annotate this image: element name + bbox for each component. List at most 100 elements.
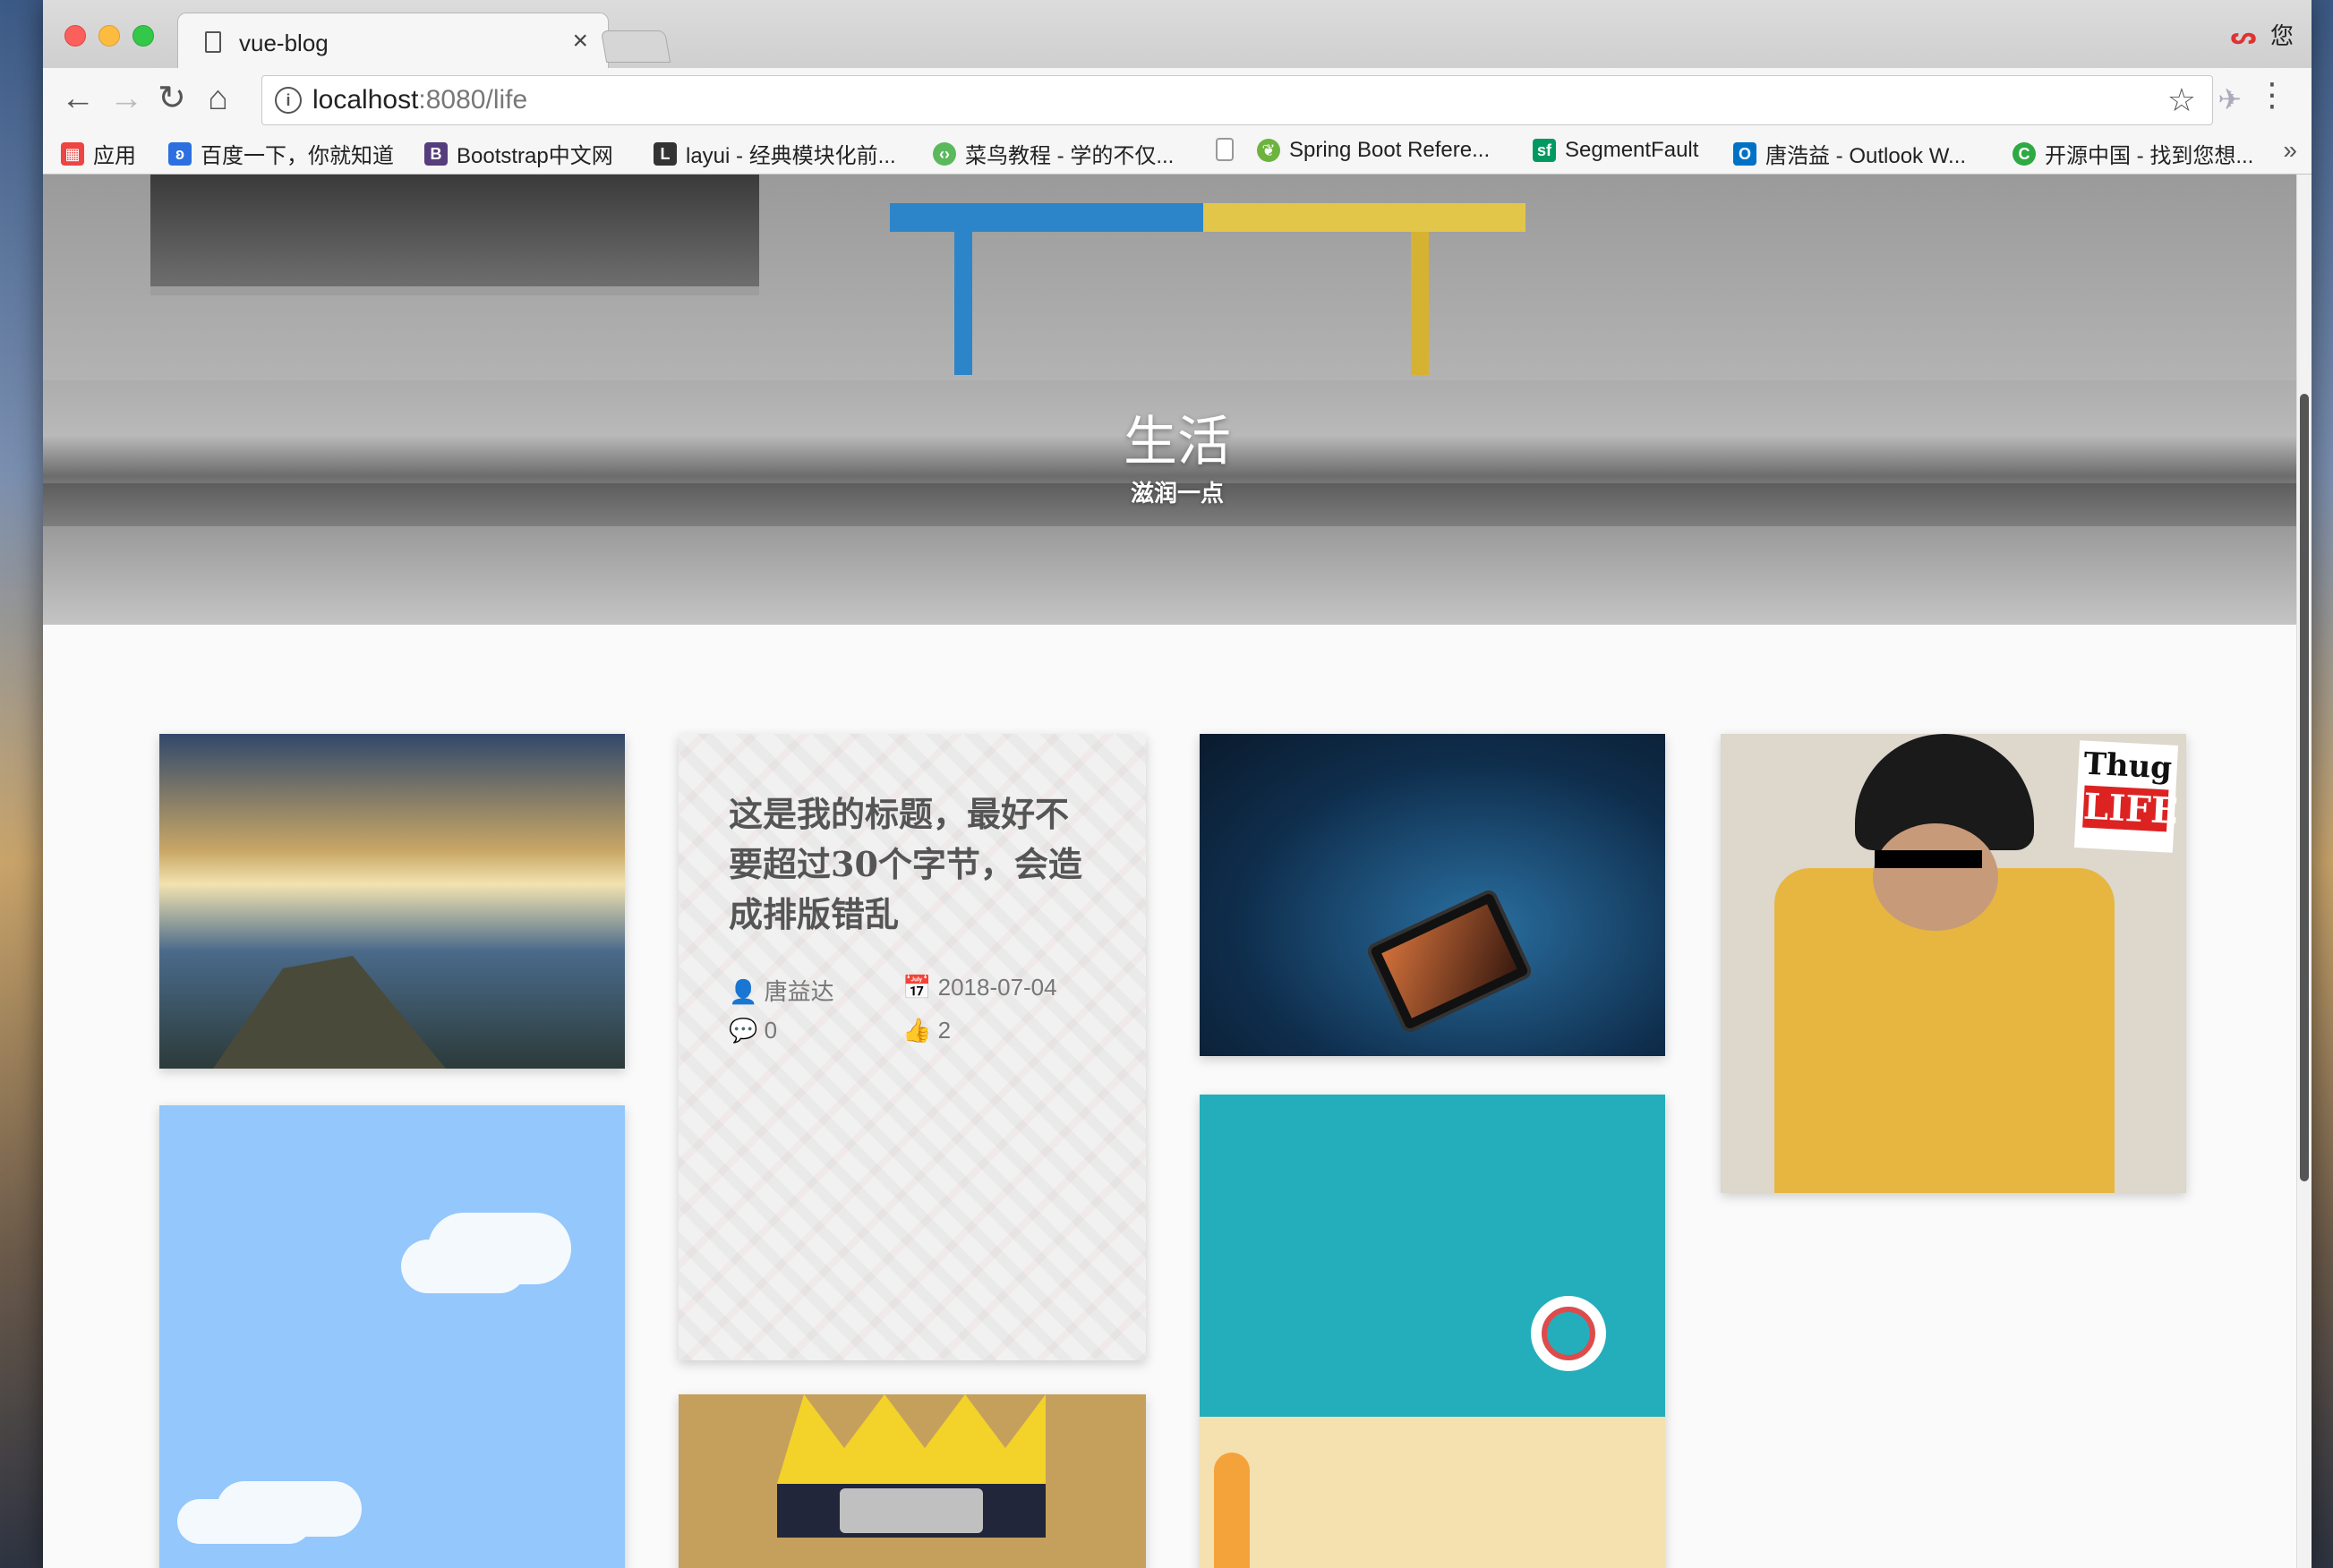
address-bar[interactable]: i localhost:8080/life ☆	[261, 75, 2213, 125]
tab-title: vue-blog	[239, 30, 329, 56]
layui-icon: L	[654, 141, 677, 166]
browser-window: vue-blog × ᔕ 您 ← → ↻ ⌂ i localhost:8080/…	[43, 0, 2312, 1568]
cloud-image	[401, 1240, 526, 1293]
bookmark-oschina[interactable]: C 开源中国 - 找到您想...	[2013, 138, 2253, 169]
menu-kebab-icon[interactable]: ⋮	[2256, 79, 2288, 111]
likes-count: 2	[937, 1017, 952, 1044]
headband-plate-image	[840, 1488, 983, 1533]
tab-vue-blog[interactable]: vue-blog ×	[177, 13, 609, 69]
post-card-zelda-image[interactable]	[159, 734, 625, 1069]
bookmark-label: Spring Boot Refere...	[1289, 138, 1491, 162]
bench-leg	[954, 232, 972, 375]
hero-window-image	[150, 175, 759, 295]
page-icon	[1216, 138, 1234, 161]
profile-label: 您	[2269, 22, 2294, 49]
close-window-button[interactable]	[64, 25, 86, 47]
post-author: 👤 唐益达	[729, 974, 834, 1007]
url-text[interactable]: localhost:8080/life	[312, 85, 527, 115]
post-card-naruto-image[interactable]	[679, 1394, 1146, 1568]
user-icon: 👤	[729, 978, 758, 1005]
bookmark-label: layui - 经典模块化前...	[686, 144, 896, 168]
new-tab-button[interactable]	[600, 30, 671, 63]
runoob-icon: ‹›	[933, 141, 956, 166]
tab-strip: vue-blog × ᔕ 您	[43, 0, 2312, 69]
bookmarks-overflow-icon[interactable]: »	[2283, 136, 2297, 165]
page-scrollbar[interactable]	[2296, 175, 2312, 1568]
post-card-text[interactable]: 这是我的标题，最好不要超过30个字节，会造成排版错乱 👤 唐益达 📅 2018-…	[679, 734, 1146, 1360]
spring-icon: ❦	[1257, 139, 1280, 162]
reload-icon[interactable]: ↻	[158, 81, 186, 116]
segmentfault-icon: sf	[1533, 139, 1556, 162]
scrollbar-thumb[interactable]	[2300, 394, 2309, 1181]
bookmark-blank[interactable]	[1216, 138, 1243, 161]
hero-subtitle: 滋润一点	[1130, 480, 1224, 507]
date-value: 2018-07-04	[937, 974, 1057, 1001]
sticker-line2: LIFE	[2082, 785, 2180, 833]
sticker-line1: Thug	[2082, 746, 2174, 787]
hero-title: 生活	[1124, 411, 1231, 473]
bookmark-label: 菜鸟教程 - 学的不仅...	[965, 144, 1175, 168]
post-card-sky-image[interactable]	[159, 1105, 625, 1568]
bookmark-spring[interactable]: ❦ Spring Boot Refere...	[1257, 138, 1490, 163]
comment-icon: 💬	[729, 1017, 758, 1044]
bookmark-label: 百度一下，你就知道	[201, 144, 394, 168]
bookmark-label: 应用	[93, 144, 136, 168]
forward-arrow-icon[interactable]: →	[109, 81, 143, 116]
profile-button[interactable]: ᔕ 您	[2230, 18, 2294, 51]
bookmark-label: SegmentFault	[1565, 138, 1699, 162]
bookmark-apps[interactable]: ▦ 应用	[61, 138, 136, 169]
author-name: 唐益达	[764, 978, 834, 1005]
oschina-icon: C	[2013, 141, 2036, 166]
bookmark-star-icon[interactable]: ☆	[2167, 81, 2196, 119]
post-card-beach-image[interactable]	[1200, 1095, 1665, 1568]
calendar-icon: 📅	[902, 974, 932, 1001]
page-viewport: 生活 滋润一点 这是我的标题，最好不要超过30个字节，会造成排版错乱 👤 唐益达…	[43, 175, 2312, 1568]
bench-image-yellow	[1203, 203, 1525, 232]
naruto-hair-image	[777, 1394, 1046, 1484]
bookmark-label: 开源中国 - 找到您想...	[2045, 144, 2254, 168]
url-path: :8080/life	[418, 85, 528, 115]
url-host: localhost	[312, 85, 419, 115]
maximize-window-button[interactable]	[132, 25, 154, 47]
extension-icon[interactable]: ✈	[2218, 82, 2242, 116]
bookmark-layui[interactable]: Llayui - 经典模块化前...	[654, 138, 896, 169]
bookmark-baidu[interactable]: ʚ 百度一下，你就知道	[168, 138, 394, 169]
browser-toolbar: ← → ↻ ⌂ i localhost:8080/life ☆ ✈ ⋮	[43, 68, 2312, 132]
bookmark-label: Bootstrap中文网	[457, 144, 613, 168]
bookmark-runoob[interactable]: ‹› 菜鸟教程 - 学的不仅...	[933, 138, 1174, 169]
face-image	[1873, 823, 1998, 931]
cloud-image	[177, 1499, 312, 1544]
post-comments[interactable]: 💬 0	[729, 1017, 777, 1044]
post-card-world-map-image[interactable]	[1200, 734, 1665, 1056]
bench-image-blue	[890, 203, 1203, 232]
bootstrap-icon: B	[424, 141, 448, 166]
cliff-image	[213, 956, 446, 1069]
profile-icon: ᔕ	[2230, 22, 2257, 49]
page-icon	[205, 31, 221, 53]
smartphone-image	[1364, 887, 1534, 1035]
bookmarks-bar: ▦ 应用 ʚ 百度一下，你就知道 B Bootstrap中文网 Llayui - 经典…	[43, 132, 2312, 175]
comments-count: 0	[764, 1017, 778, 1044]
post-date: 📅 2018-07-04	[902, 974, 1057, 1001]
baidu-icon: ʚ	[168, 141, 192, 166]
bookmark-label: 唐浩益 - Outlook W...	[1765, 144, 1967, 168]
apps-icon: ▦	[61, 141, 84, 166]
thumbs-up-icon: 👍	[902, 1017, 932, 1044]
outlook-icon: O	[1733, 141, 1756, 166]
thug-life-sticker: Thug LIFE	[2073, 740, 2180, 853]
surfboard-image	[1214, 1453, 1250, 1568]
post-likes[interactable]: 👍 2	[902, 1017, 951, 1044]
home-icon[interactable]: ⌂	[208, 81, 228, 116]
sand-image	[1200, 1417, 1665, 1568]
post-title[interactable]: 这是我的标题，最好不要超过30个字节，会造成排版错乱	[729, 789, 1087, 940]
sunglasses-image	[1875, 850, 1982, 868]
post-card-thug-life-image[interactable]: Thug LIFE	[1721, 734, 2186, 1193]
tab-close-icon[interactable]: ×	[572, 26, 588, 56]
bookmark-outlook[interactable]: O 唐浩益 - Outlook W...	[1733, 138, 1966, 169]
bookmark-segmentfault[interactable]: sf SegmentFault	[1533, 138, 1698, 163]
info-icon[interactable]: i	[275, 87, 302, 114]
bench-leg	[1411, 232, 1429, 375]
bookmark-bootstrap[interactable]: B Bootstrap中文网	[424, 138, 613, 169]
minimize-window-button[interactable]	[98, 25, 120, 47]
back-arrow-icon[interactable]: ←	[61, 81, 95, 116]
